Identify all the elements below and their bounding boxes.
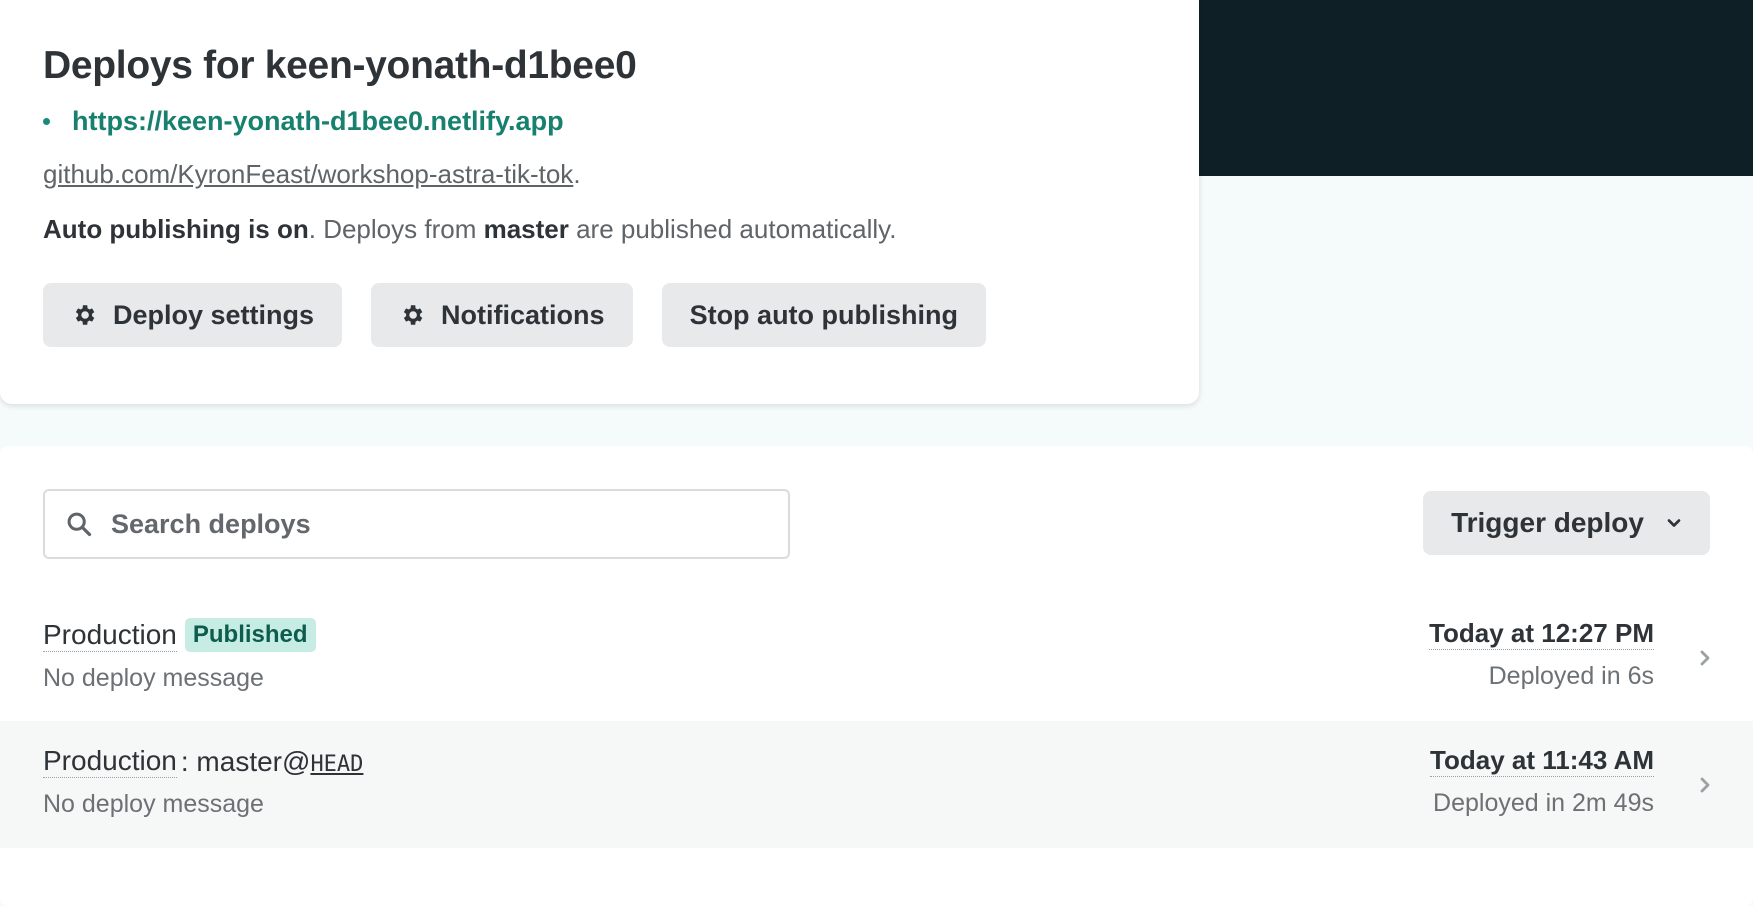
chevron-right-icon <box>1700 650 1710 665</box>
auto-publishing-text-1: . Deploys from <box>308 214 484 244</box>
notifications-button[interactable]: Notifications <box>371 283 633 347</box>
chevron-down-icon <box>1667 519 1681 527</box>
site-url-row: https://keen-yonath-d1bee0.netlify.app <box>43 106 1156 137</box>
deploy-duration: Deployed in 6s <box>1488 662 1654 690</box>
deploy-title: Production : master@HEAD <box>43 745 363 778</box>
auto-publishing-status: Auto publishing is on. Deploys from mast… <box>43 214 1156 245</box>
trigger-deploy-label: Trigger deploy <box>1451 507 1644 538</box>
auto-publishing-text-2: are published automatically. <box>568 214 897 244</box>
page-title: Deploys for keen-yonath-d1bee0 <box>43 44 637 87</box>
deploy-time: Today at 12:27 PM <box>1429 618 1654 650</box>
status-badge: Published <box>184 618 316 652</box>
site-actions: Deploy settings Notifications Stop auto … <box>43 283 1156 347</box>
site-overview-card: Deploys for keen-yonath-d1bee0 https://k… <box>0 0 1199 404</box>
notifications-label: Notifications <box>441 299 605 330</box>
gear-icon <box>403 305 423 325</box>
repo-link[interactable]: github.com/KyronFeast/workshop-astra-tik… <box>43 159 573 189</box>
deploy-settings-button[interactable]: Deploy settings <box>43 283 343 347</box>
search-input[interactable] <box>111 508 731 540</box>
bullet-icon <box>43 118 50 125</box>
stop-auto-publishing-label: Stop auto publishing <box>689 299 959 330</box>
deploy-row[interactable]: Production Published No deploy message T… <box>0 594 1753 721</box>
deploy-context: Production <box>43 745 177 778</box>
auto-publishing-label: Auto publishing is on <box>43 214 309 244</box>
deploy-settings-label: Deploy settings <box>113 299 315 330</box>
search-box[interactable] <box>43 489 790 559</box>
repo-row: github.com/KyronFeast/workshop-astra-tik… <box>43 159 1156 190</box>
deploy-info: Production Published No deploy message <box>43 618 316 693</box>
deploy-branch: : master@HEAD <box>181 746 364 778</box>
deploy-meta: Today at 12:27 PM Deployed in 6s <box>1429 618 1654 691</box>
deploy-meta: Today at 11:43 AM Deployed in 2m 49s <box>1430 745 1654 818</box>
commit-ref-link[interactable]: HEAD <box>310 752 363 777</box>
gear-icon <box>75 305 95 325</box>
deploy-message: No deploy message <box>43 664 264 692</box>
deploys-list-card: Trigger deploy Production Published No d… <box>0 446 1753 906</box>
auto-publishing-branch: master <box>483 214 569 244</box>
site-url-link[interactable]: https://keen-yonath-d1bee0.netlify.app <box>72 106 564 137</box>
search-icon <box>67 512 92 537</box>
deploy-info: Production : master@HEAD No deploy messa… <box>43 745 363 819</box>
deploy-context: Production <box>43 618 177 652</box>
chevron-right-icon <box>1700 777 1710 792</box>
trigger-deploy-button[interactable]: Trigger deploy <box>1423 491 1710 555</box>
deploy-duration: Deployed in 2m 49s <box>1433 789 1654 817</box>
repo-suffix: . <box>573 159 581 189</box>
deploy-title: Production Published <box>43 618 316 652</box>
deploy-time: Today at 11:43 AM <box>1430 745 1654 777</box>
stop-auto-publishing-button[interactable]: Stop auto publishing <box>661 283 987 347</box>
deploy-row[interactable]: Production : master@HEAD No deploy messa… <box>0 721 1753 848</box>
deploy-message: No deploy message <box>43 790 264 818</box>
branch-prefix: : master@ <box>180 745 311 777</box>
